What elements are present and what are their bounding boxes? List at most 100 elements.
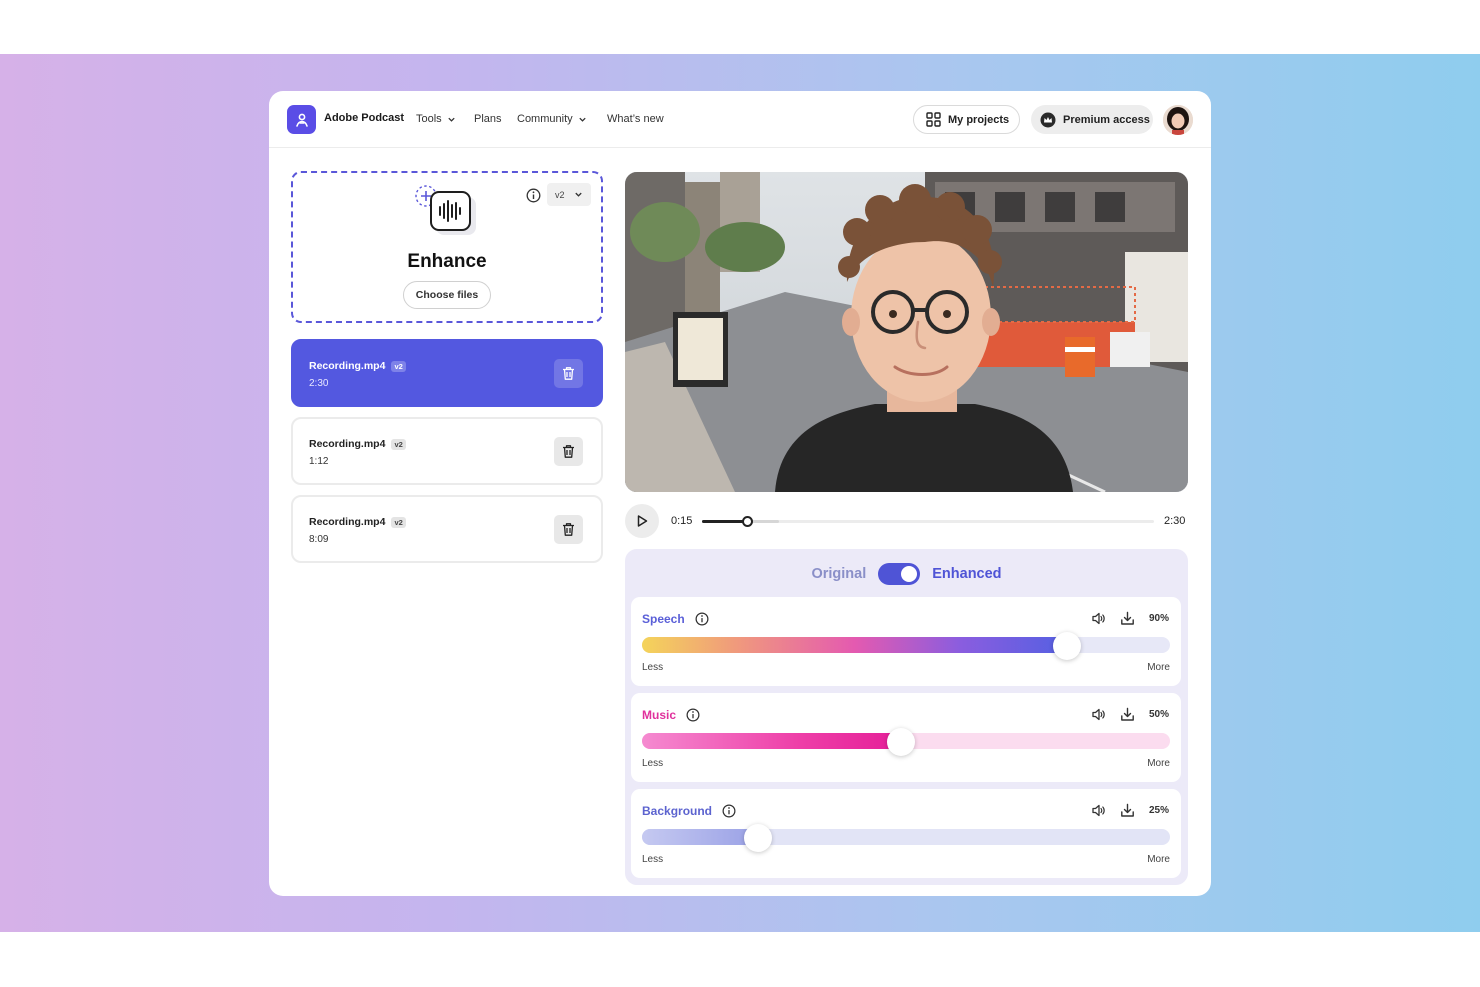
file-card-3[interactable]: Recording.mp4 v2 8:09 xyxy=(291,495,603,563)
slider-handle[interactable] xyxy=(1053,632,1082,660)
slider-percent: 25% xyxy=(1148,805,1169,816)
slider-percent: 50% xyxy=(1148,709,1169,720)
file-name: Recording.mp4 xyxy=(309,516,386,528)
original-label[interactable]: Original xyxy=(811,566,866,582)
slider-fill xyxy=(642,829,759,845)
info-icon[interactable] xyxy=(695,612,709,626)
slider-card-music: Music 50% Less More xyxy=(631,693,1181,782)
nav-plans[interactable]: Plans xyxy=(474,113,502,125)
original-enhanced-toggle-row: Original Enhanced xyxy=(625,563,1188,585)
slider-tools: 90% xyxy=(1091,611,1169,626)
slider-fill xyxy=(642,637,1068,653)
slider-name: Speech xyxy=(642,612,685,626)
info-icon[interactable] xyxy=(526,188,541,203)
delete-file-button[interactable] xyxy=(554,359,583,388)
version-select-value: v2 xyxy=(555,189,565,200)
video-frame-image xyxy=(625,172,1188,492)
crown-badge-icon xyxy=(1040,112,1056,127)
slider-tools: 25% xyxy=(1091,803,1169,818)
trash-icon xyxy=(563,523,574,536)
file-card-title: Recording.mp4 v2 xyxy=(309,360,406,372)
audio-waveform-icon xyxy=(415,185,476,235)
download-icon[interactable] xyxy=(1120,611,1135,626)
trash-icon xyxy=(563,367,574,380)
version-select[interactable]: v2 xyxy=(547,183,591,206)
nav-tools-label: Tools xyxy=(416,113,442,125)
delete-file-button[interactable] xyxy=(554,515,583,544)
premium-access-label: Premium access xyxy=(1063,113,1150,126)
more-label: More xyxy=(1147,662,1170,673)
podcast-mic-icon xyxy=(295,113,308,127)
current-time: 0:15 xyxy=(671,515,693,527)
speaker-icon[interactable] xyxy=(1091,803,1106,818)
play-button[interactable] xyxy=(625,504,659,538)
choose-files-button[interactable]: Choose files xyxy=(403,281,491,309)
premium-access-button[interactable]: Premium access xyxy=(1031,105,1153,134)
top-nav-bar: Adobe Podcast Tools Plans Community What… xyxy=(269,91,1211,148)
slider-title: Background xyxy=(642,804,736,818)
nav-community[interactable]: Community xyxy=(517,113,587,125)
avatar-image xyxy=(1163,105,1193,135)
nav-whats-new-label: What’s new xyxy=(607,113,664,125)
scrubber-handle[interactable] xyxy=(742,516,754,527)
my-projects-label: My projects xyxy=(948,113,1010,126)
speaker-icon[interactable] xyxy=(1091,611,1106,626)
enhance-dropzone[interactable]: v2 Enhance Choose files xyxy=(291,171,603,323)
my-projects-button[interactable]: My projects xyxy=(913,105,1020,134)
less-label: Less xyxy=(642,662,664,673)
user-avatar[interactable] xyxy=(1163,105,1193,135)
info-icon[interactable] xyxy=(686,708,700,722)
total-time: 2:30 xyxy=(1164,515,1186,527)
file-card-1[interactable]: Recording.mp4 v2 2:30 xyxy=(291,339,603,407)
enhanced-label[interactable]: Enhanced xyxy=(932,566,1001,582)
speech-level-slider[interactable] xyxy=(642,632,1170,660)
toggle-knob xyxy=(901,566,918,582)
download-icon[interactable] xyxy=(1120,707,1135,722)
download-icon[interactable] xyxy=(1120,803,1135,818)
slider-title: Speech xyxy=(642,612,709,626)
less-label: Less xyxy=(642,758,664,769)
adobe-podcast-logo-icon[interactable] xyxy=(287,105,316,134)
chevron-down-icon xyxy=(574,192,582,197)
more-label: More xyxy=(1147,758,1170,769)
speaker-icon[interactable] xyxy=(1091,707,1106,722)
slider-card-speech: Speech 90% Less More xyxy=(631,597,1181,686)
grid-icon xyxy=(926,112,941,127)
version-badge: v2 xyxy=(391,360,406,372)
slider-name: Background xyxy=(642,804,713,818)
file-duration: 8:09 xyxy=(309,534,329,545)
version-badge: v2 xyxy=(391,438,406,450)
file-name: Recording.mp4 xyxy=(309,438,386,450)
slider-handle[interactable] xyxy=(744,824,773,852)
nav-whats-new[interactable]: What’s new xyxy=(607,113,664,125)
chevron-down-icon xyxy=(448,117,455,122)
played-track xyxy=(702,520,748,523)
file-card-2[interactable]: Recording.mp4 v2 1:12 xyxy=(291,417,603,485)
app-window: Adobe Podcast Tools Plans Community What… xyxy=(269,91,1211,896)
more-label: More xyxy=(1147,854,1170,865)
slider-percent: 90% xyxy=(1148,613,1169,624)
chevron-down-icon xyxy=(578,117,586,122)
slider-handle[interactable] xyxy=(886,728,915,756)
slider-name: Music xyxy=(642,708,677,722)
nav-tools[interactable]: Tools xyxy=(416,113,456,125)
file-card-title: Recording.mp4 v2 xyxy=(309,516,406,528)
delete-file-button[interactable] xyxy=(554,437,583,466)
enhanced-toggle-switch[interactable] xyxy=(878,563,921,585)
file-card-title: Recording.mp4 v2 xyxy=(309,438,406,450)
nav-community-label: Community xyxy=(517,113,573,125)
playback-scrubber[interactable] xyxy=(702,516,1154,527)
slider-card-background: Background 25% Less More xyxy=(631,789,1181,878)
nav-plans-label: Plans xyxy=(474,113,502,125)
info-icon[interactable] xyxy=(722,804,736,818)
slider-fill xyxy=(642,733,901,749)
file-duration: 1:12 xyxy=(309,456,329,467)
slider-title: Music xyxy=(642,708,700,722)
brand-name[interactable]: Adobe Podcast xyxy=(324,112,404,124)
music-level-slider[interactable] xyxy=(642,728,1170,756)
trash-icon xyxy=(563,445,574,458)
mix-panel: Original Enhanced Speech 90% Less More M… xyxy=(625,549,1188,885)
file-name: Recording.mp4 xyxy=(309,360,386,372)
video-preview[interactable] xyxy=(625,172,1188,492)
background-level-slider[interactable] xyxy=(642,824,1170,852)
